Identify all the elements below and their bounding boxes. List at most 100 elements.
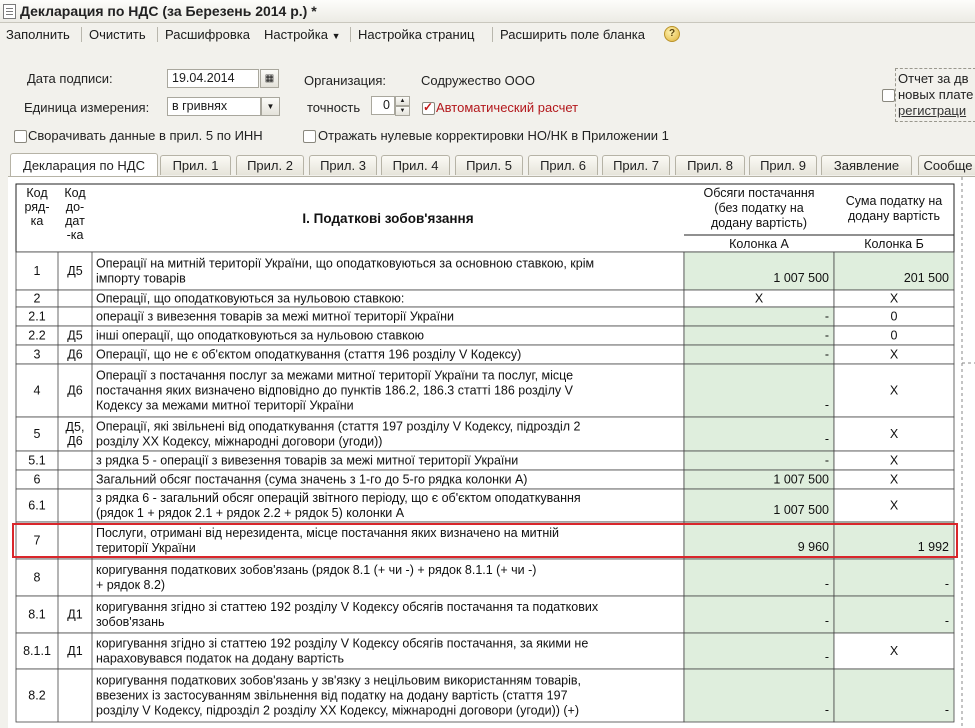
row-description: коригування згідно зі статтею 192 розділ… [96, 637, 588, 651]
header-column-b: Сума податку на [846, 194, 943, 208]
header-column-a: (без податку на [714, 201, 803, 215]
report-text-1: Отчет за дв [898, 71, 969, 86]
report-checkbox[interactable] [895, 90, 896, 103]
page-setup-button[interactable]: Настройка страниц [358, 27, 474, 42]
row-appendix-code: Д6 [67, 434, 82, 448]
report-panel: Отчет за дв новых плате регистраци [895, 68, 975, 122]
header-code-row: ка [31, 214, 44, 228]
calendar-icon[interactable]: ▦ [260, 69, 279, 88]
tab-appendix-3[interactable]: Прил. 3 [309, 155, 377, 175]
tab-appendix-6[interactable]: Прил. 6 [528, 155, 598, 175]
unit-select[interactable]: в гривнях [167, 97, 261, 116]
clear-button[interactable]: Очистить [89, 27, 146, 42]
spin-down-icon[interactable]: ▼ [395, 106, 410, 116]
row-description: Операції, які звільнені від оподаткуванн… [96, 420, 581, 434]
column-b-cell[interactable] [833, 558, 955, 597]
toolbar-divider [157, 27, 158, 42]
row-description: ввезених із застосуванням звільнення від… [96, 689, 568, 703]
row-description: коригування згідно зі статтею 192 розділ… [96, 600, 599, 614]
row-code: 6.1 [28, 499, 45, 513]
column-b-value: X [890, 499, 899, 513]
row-code: 8.1 [28, 608, 45, 622]
row-code: 8 [34, 571, 41, 585]
column-a-value: - [825, 329, 829, 343]
column-a-cell[interactable] [683, 306, 835, 327]
row-code: 6 [34, 473, 41, 487]
row-appendix-code: Д6 [67, 384, 82, 398]
column-a-label: Колонка А [729, 237, 789, 251]
tab-application[interactable]: Заявление [821, 155, 912, 175]
column-a-cell[interactable] [683, 558, 835, 597]
collapse-checkbox[interactable] [14, 130, 27, 143]
column-a-cell[interactable] [683, 363, 835, 418]
header-code-app: -ка [67, 228, 84, 242]
column-a-value: - [825, 310, 829, 324]
column-a-value: 1 007 500 [773, 271, 829, 285]
precision-input[interactable]: 0 [371, 96, 395, 115]
tab-message[interactable]: Сообще [918, 155, 975, 175]
row-description: Послуги, отримані від нерезидента, місце… [96, 526, 559, 540]
decode-button[interactable]: Расшифровка [165, 27, 250, 42]
report-text-2: новых плате [898, 87, 974, 102]
row-code: 4 [34, 384, 41, 398]
chevron-down-icon[interactable]: ▼ [261, 97, 280, 116]
column-a-cell[interactable] [683, 450, 835, 471]
organization-label: Организация: [304, 73, 387, 88]
declaration-table: Кодряд-каКоддо-дат-каІ. Податкові зобов'… [12, 177, 975, 728]
new-payers-checkbox[interactable] [882, 89, 895, 102]
row-description: нараховувався податок на додану вартість [96, 652, 344, 666]
column-b-value: - [945, 703, 949, 717]
row-code: 5.1 [28, 454, 45, 468]
auto-calc-checkbox[interactable] [422, 100, 435, 115]
column-b-value: X [890, 348, 899, 362]
tab-bar: Декларация по НДС Прил. 1 Прил. 2 Прил. 3 Пр… [0, 153, 975, 177]
header-code-app: дат [65, 214, 85, 228]
sign-date-input[interactable]: 19.04.2014 [167, 69, 259, 88]
column-a-cell[interactable] [683, 668, 835, 723]
tab-appendix-1[interactable]: Прил. 1 [160, 155, 231, 175]
tab-appendix-5[interactable]: Прил. 5 [455, 155, 523, 175]
column-a-cell[interactable] [683, 325, 835, 346]
row-appendix-code: Д1 [67, 608, 82, 622]
column-a-value: - [825, 454, 829, 468]
column-a-cell[interactable] [683, 416, 835, 452]
zero-corrections-checkbox[interactable] [303, 130, 316, 143]
tab-appendix-9[interactable]: Прил. 9 [749, 155, 817, 175]
row-code: 3 [34, 348, 41, 362]
column-a-value: - [825, 614, 829, 628]
column-a-cell[interactable] [683, 344, 835, 365]
settings-menu-button[interactable]: Настройка ▼ [264, 27, 341, 42]
declaration-sheet: Код ряд-ка Код до-дат -ка І. Податкові зобов'… [8, 176, 975, 728]
tab-appendix-4[interactable]: Прил. 4 [381, 155, 450, 175]
expand-form-button[interactable]: Расширить поле бланка [500, 27, 645, 42]
column-a-cell[interactable] [683, 632, 835, 670]
row-description: інші операції, що оподатковуються за нул… [96, 329, 424, 343]
row-description: Операції, що не є об'єктом оподаткування… [96, 348, 521, 362]
tab-declaration[interactable]: Декларация по НДС [10, 153, 158, 177]
collapse-label: Сворачивать данные в прил. 5 по ИНН [28, 128, 263, 143]
tab-appendix-8[interactable]: Прил. 8 [675, 155, 745, 175]
toolbar-divider [492, 27, 493, 42]
organization-value: Содружество ООО [421, 73, 535, 88]
tab-appendix-7[interactable]: Прил. 7 [602, 155, 670, 175]
column-a-value: - [825, 432, 829, 446]
tab-appendix-2[interactable]: Прил. 2 [236, 155, 304, 175]
row-appendix-code: Д6 [67, 348, 82, 362]
dropdown-arrow-icon: ▼ [331, 31, 341, 41]
row-description: коригування податкових зобов'язань (рядо… [96, 563, 536, 577]
column-b-value: X [890, 473, 899, 487]
column-b-value: - [945, 614, 949, 628]
row-code: 7 [34, 534, 41, 548]
row-description: Кодексу за межами митної території Украї… [96, 399, 354, 413]
column-b-cell[interactable] [833, 595, 955, 634]
row-code: 8.2 [28, 689, 45, 703]
row-description: території України [96, 541, 196, 555]
fill-button[interactable]: Заполнить [6, 27, 70, 42]
column-b-cell[interactable] [833, 668, 955, 723]
column-a-cell[interactable] [683, 595, 835, 634]
spin-up-icon[interactable]: ▲ [395, 96, 410, 106]
column-a-value: - [825, 577, 829, 591]
help-icon[interactable]: ? [664, 26, 680, 42]
row-description: з рядка 6 - загальний обсяг операцій зві… [96, 491, 581, 505]
row-description: + рядок 8.2) [96, 578, 165, 592]
